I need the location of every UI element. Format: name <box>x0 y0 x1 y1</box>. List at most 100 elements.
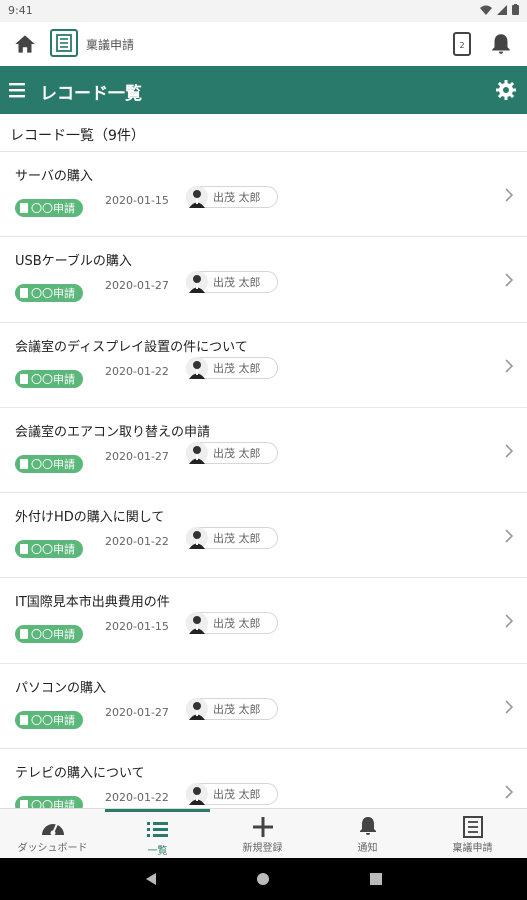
user-name: 出茂 太郎 <box>213 446 261 460</box>
list-item[interactable]: IT国際見本市出典費用の件 〇〇申請 2020-01-15 出茂 太郎 <box>0 578 527 664</box>
bottom-nav: ダッシュボード 一覧 新規登録 通知 稟議申請 <box>0 808 527 858</box>
menu-icon[interactable] <box>6 78 30 102</box>
battery-icon <box>512 4 519 15</box>
record-date: 2020-01-27 <box>105 449 169 463</box>
badge-label: 〇〇申請 <box>31 713 75 727</box>
chevron-right-icon <box>505 529 514 543</box>
user-chip: 出茂 太郎 <box>186 356 278 379</box>
recents-icon[interactable] <box>369 872 383 886</box>
record-title: 会議室のディスプレイ設置の件について <box>15 339 248 355</box>
status-bar: 9:41 <box>0 0 527 22</box>
nav-item-app[interactable]: 稟議申請 <box>420 809 525 859</box>
document-icon <box>20 544 28 555</box>
status-badge: 〇〇申請 <box>15 710 83 729</box>
record-date: 2020-01-22 <box>105 535 169 549</box>
list-item[interactable]: サーバの購入 〇〇申請 2020-01-15 出茂 太郎 <box>0 152 527 238</box>
chevron-right-icon <box>505 188 514 202</box>
user-name: 出茂 太郎 <box>213 702 261 716</box>
record-title: USBケーブルの購入 <box>15 254 132 270</box>
user-name: 出茂 太郎 <box>213 191 261 204</box>
status-badge: 〇〇申請 <box>15 454 83 473</box>
nav-label: 新規登録 <box>242 843 283 854</box>
avatar <box>186 441 208 464</box>
document-icon <box>20 288 28 299</box>
record-date: 2020-01-15 <box>105 194 169 207</box>
status-icons <box>480 4 519 15</box>
user-name: 出茂 太郎 <box>213 788 261 802</box>
user-name: 出茂 太郎 <box>213 532 261 546</box>
nav-item-list[interactable]: 一覧 <box>105 809 210 859</box>
list-item[interactable]: 外付けHDの購入に関して 〇〇申請 2020-01-22 出茂 太郎 <box>0 493 527 579</box>
status-badge: 〇〇申請 <box>15 540 83 559</box>
document-icon <box>20 373 28 384</box>
user-name: 出茂 太郎 <box>213 361 261 375</box>
user-chip: 出茂 太郎 <box>186 612 278 635</box>
user-chip: 出茂 太郎 <box>186 527 278 550</box>
status-badge: 〇〇申請 <box>15 199 83 217</box>
document-icon <box>20 203 28 213</box>
chevron-right-icon <box>505 614 514 629</box>
badge-label: 〇〇申請 <box>31 287 75 301</box>
user-chip: 出茂 太郎 <box>186 271 278 294</box>
app-logo <box>50 29 78 57</box>
avatar <box>186 783 208 806</box>
status-time: 9:41 <box>8 4 33 17</box>
svg-text:2: 2 <box>459 41 464 50</box>
status-badge: 〇〇申請 <box>15 796 83 808</box>
user-chip: 出茂 太郎 <box>186 441 278 464</box>
list-item[interactable]: 会議室のディスプレイ設置の件について 〇〇申請 2020-01-22 出茂 太郎 <box>0 323 527 408</box>
list-item[interactable]: テレビの購入について 〇〇申請 2020-01-22 出茂 太郎 <box>0 749 527 808</box>
record-title: 外付けHDの購入に関して <box>15 510 165 526</box>
user-chip: 出茂 太郎 <box>186 697 278 720</box>
record-title: 会議室のエアコン取り替えの申請 <box>15 424 211 440</box>
page-title: レコード一覧 <box>40 84 142 104</box>
document-icon <box>20 458 28 469</box>
nav-item-dashboard[interactable]: ダッシュボード <box>0 809 105 859</box>
nav-label: 稟議申請 <box>452 843 493 854</box>
home-icon[interactable] <box>12 31 38 57</box>
app-icon <box>463 816 483 838</box>
avatar <box>186 612 208 635</box>
record-title: テレビの購入について <box>15 766 145 782</box>
nav-item-notifications[interactable]: 通知 <box>315 809 420 859</box>
nav-item-new[interactable]: 新規登録 <box>210 809 315 859</box>
record-date: 2020-01-22 <box>105 791 169 805</box>
user-name: 出茂 太郎 <box>213 276 261 290</box>
record-title: パソコンの購入 <box>15 680 107 696</box>
record-date: 2020-01-27 <box>105 279 169 293</box>
app-name: 稟議申請 <box>86 38 135 52</box>
list-item[interactable]: 会議室のエアコン取り替えの申請 〇〇申請 2020-01-27 出茂 太郎 <box>0 408 527 494</box>
avatar <box>186 527 208 550</box>
nav-label: 通知 <box>357 843 378 854</box>
document-icon <box>20 629 28 640</box>
chevron-right-icon <box>505 444 514 458</box>
record-date: 2020-01-27 <box>105 705 169 719</box>
record-date: 2020-01-22 <box>105 364 169 378</box>
chevron-right-icon <box>505 273 514 287</box>
title-bar: レコード一覧 <box>0 66 527 114</box>
user-name: 出茂 太郎 <box>213 617 261 631</box>
home-button-icon[interactable] <box>256 872 270 886</box>
status-badge: 〇〇申請 <box>15 284 83 303</box>
plus-icon <box>253 817 273 837</box>
nav-label: ダッシュボード <box>17 843 88 854</box>
status-badge: 〇〇申請 <box>15 625 83 644</box>
badge-label: 〇〇申請 <box>31 628 75 642</box>
dashboard-icon <box>42 823 64 836</box>
chevron-right-icon <box>505 359 514 373</box>
list-item[interactable]: USBケーブルの購入 〇〇申請 2020-01-27 出茂 太郎 <box>0 237 527 323</box>
settings-gear-icon[interactable] <box>494 78 518 102</box>
avatar <box>186 697 208 720</box>
document-icon <box>20 714 28 725</box>
list-item[interactable]: パソコンの購入 〇〇申請 2020-01-27 出茂 太郎 <box>0 664 527 750</box>
notification-bell-icon[interactable] <box>488 31 514 57</box>
badge-label: 〇〇申請 <box>31 799 75 808</box>
record-date: 2020-01-15 <box>105 620 169 634</box>
avatar <box>186 271 208 294</box>
signal-icon <box>497 4 507 15</box>
badge-label: 〇〇申請 <box>31 372 75 386</box>
device-icon[interactable]: 2 <box>452 31 472 57</box>
back-icon[interactable] <box>144 872 158 886</box>
document-icon <box>20 800 28 808</box>
status-badge: 〇〇申請 <box>15 369 83 388</box>
